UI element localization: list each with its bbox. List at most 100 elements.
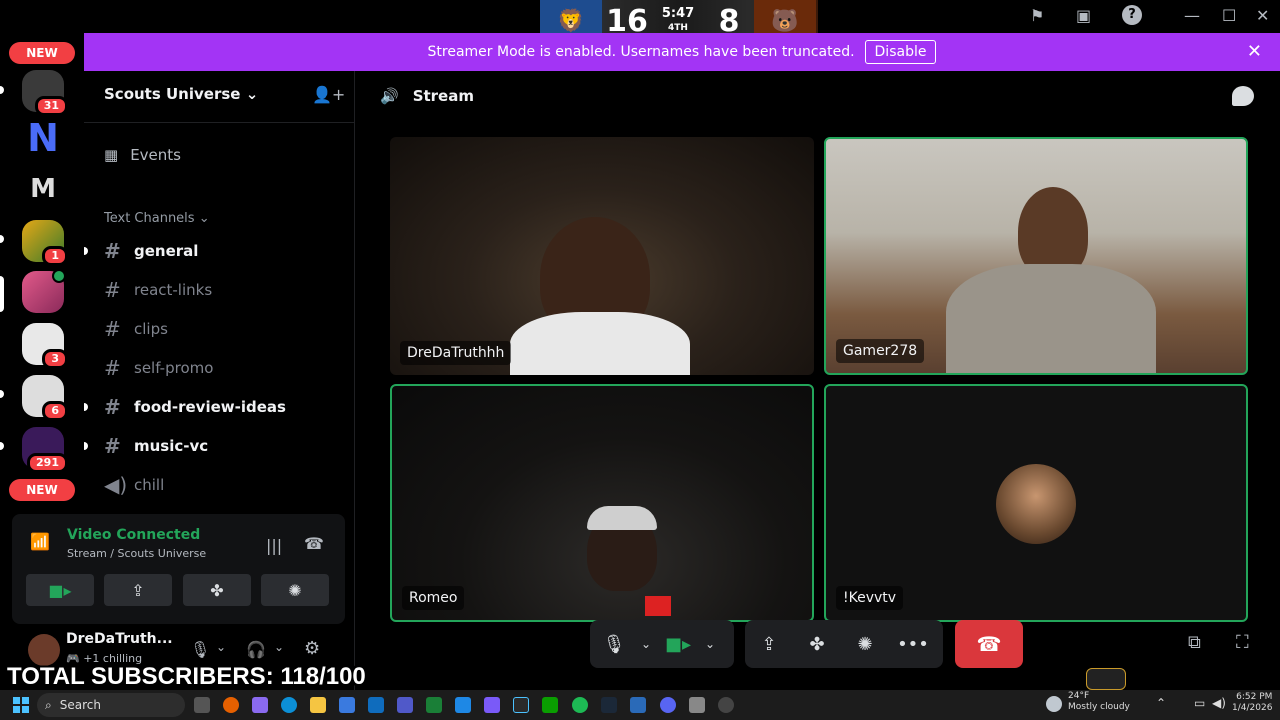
- spotify-icon[interactable]: [572, 697, 588, 713]
- server-icon[interactable]: 6: [22, 375, 68, 421]
- soundboard-button[interactable]: ✺: [261, 574, 329, 606]
- chevron-down-icon[interactable]: ⌄: [274, 640, 284, 654]
- task-view-icon[interactable]: [194, 697, 210, 713]
- app-icon[interactable]: [252, 697, 268, 713]
- unread-indicator: [84, 442, 88, 450]
- microphone-icon[interactable]: 🎙: [590, 634, 638, 655]
- inbox-icon[interactable]: ▣: [1076, 6, 1091, 25]
- guild-header[interactable]: Scouts Universe ⌄: [104, 85, 258, 103]
- date: 1/4/2026: [1232, 703, 1273, 713]
- unread-indicator: [84, 247, 88, 255]
- more-icon[interactable]: •••: [889, 634, 937, 655]
- chevron-down-icon[interactable]: ⌄: [216, 640, 226, 654]
- avatar[interactable]: [28, 634, 60, 666]
- windows-start-icon[interactable]: [13, 697, 29, 713]
- video-tile[interactable]: Gamer278: [824, 137, 1248, 375]
- server-icon[interactable]: 3: [22, 323, 68, 369]
- app-icon[interactable]: [718, 697, 734, 713]
- clock-time: 5:47: [661, 6, 695, 21]
- video-tile[interactable]: Romeo: [390, 384, 814, 622]
- video-tile[interactable]: !Kevvtv: [824, 384, 1248, 622]
- invite-user-icon[interactable]: 👤+: [312, 85, 345, 104]
- edge-icon[interactable]: [281, 697, 297, 713]
- new-badge[interactable]: NEW: [9, 479, 75, 501]
- video-tile[interactable]: DreDaTruthhh: [390, 137, 814, 375]
- taskbar-search[interactable]: ⌕ Search: [37, 693, 185, 717]
- stream-logo: [1086, 668, 1126, 690]
- channel-chill[interactable]: ◀) chill: [104, 473, 164, 497]
- channel-music-vc[interactable]: # music-vc: [104, 434, 208, 458]
- maximize-icon[interactable]: ☐: [1222, 6, 1236, 25]
- close-icon[interactable]: ✕: [1247, 41, 1262, 62]
- voice-location[interactable]: Stream / Scouts Universe: [67, 547, 206, 560]
- app-icon[interactable]: [542, 697, 558, 713]
- noise-suppression-icon[interactable]: |||: [266, 536, 282, 555]
- camera-icon[interactable]: ■▸: [654, 634, 702, 655]
- activities-button[interactable]: ✤: [183, 574, 251, 606]
- username[interactable]: DreDaTruth...: [66, 631, 173, 647]
- network-icon[interactable]: ▭: [1194, 696, 1205, 710]
- channel-title: Stream: [412, 87, 474, 105]
- chevron-down-icon[interactable]: ⌄: [702, 637, 718, 651]
- channel-react-links[interactable]: # react-links: [104, 278, 212, 302]
- unread-indicator: [0, 86, 4, 94]
- app-icon[interactable]: [630, 697, 646, 713]
- new-badge[interactable]: NEW: [9, 42, 75, 64]
- server-icon[interactable]: 31: [22, 70, 68, 116]
- gear-icon[interactable]: ⚙: [304, 638, 320, 659]
- pop-out-icon[interactable]: ⧉: [1188, 632, 1201, 653]
- volume-icon[interactable]: ◀): [1212, 696, 1226, 710]
- firefox-icon[interactable]: [223, 697, 239, 713]
- weather-widget[interactable]: 24°F Mostly cloudy: [1068, 691, 1130, 713]
- teams-icon[interactable]: [397, 697, 413, 713]
- disconnect-icon[interactable]: ☎: [304, 534, 324, 553]
- disable-button[interactable]: Disable: [864, 40, 937, 64]
- file-explorer-icon[interactable]: [310, 697, 326, 713]
- outlook-icon[interactable]: [368, 697, 384, 713]
- streamer-mode-banner: Streamer Mode is enabled. Usernames have…: [84, 33, 1280, 71]
- settings-icon[interactable]: [689, 697, 705, 713]
- app-icon[interactable]: [455, 697, 471, 713]
- channel-general[interactable]: # general: [104, 239, 198, 263]
- category-header[interactable]: Text Channels ⌄: [104, 211, 210, 226]
- help-icon[interactable]: ?: [1122, 5, 1142, 25]
- camera-button[interactable]: ■▸: [26, 574, 94, 606]
- activities-icon[interactable]: ✤: [793, 634, 841, 655]
- microphone-icon[interactable]: 🎙: [190, 640, 210, 659]
- steam-icon[interactable]: [601, 697, 617, 713]
- disconnect-button[interactable]: ☎: [955, 620, 1023, 668]
- server-icon[interactable]: 1: [22, 220, 68, 266]
- server-icon[interactable]: 291: [22, 427, 68, 473]
- banner-message: Streamer Mode is enabled. Usernames have…: [427, 44, 855, 60]
- server-avatar: N: [22, 116, 64, 160]
- chat-icon[interactable]: [1232, 86, 1254, 106]
- minimize-icon[interactable]: —: [1184, 6, 1200, 25]
- app-icon[interactable]: [426, 697, 442, 713]
- soundboard-icon[interactable]: ✺: [841, 634, 889, 655]
- channel-self-promo[interactable]: # self-promo: [104, 356, 213, 380]
- system-clock[interactable]: 6:52 PM 1/4/2026: [1232, 692, 1272, 714]
- server-icon[interactable]: [22, 269, 66, 313]
- voice-status[interactable]: Video Connected: [67, 527, 200, 543]
- screen-share-icon[interactable]: ⇪: [745, 634, 793, 655]
- flag-icon[interactable]: ⚑: [1030, 6, 1044, 25]
- chevron-down-icon[interactable]: ⌄: [638, 637, 654, 651]
- audio-video-controls: 🎙 ⌄ ■▸ ⌄: [590, 620, 734, 668]
- server-icon[interactable]: M: [22, 168, 64, 210]
- channel-food-review-ideas[interactable]: # food-review-ideas: [104, 395, 286, 419]
- server-icon[interactable]: N: [22, 116, 64, 160]
- close-window-icon[interactable]: ✕: [1256, 6, 1269, 25]
- screen-share-button[interactable]: ⇪: [104, 574, 172, 606]
- chevron-up-icon[interactable]: ⌃: [1156, 696, 1166, 710]
- app-icon[interactable]: [513, 697, 529, 713]
- mention-badge: 31: [34, 96, 68, 116]
- search-icon: ⌕: [45, 697, 52, 712]
- discord-icon[interactable]: [660, 697, 676, 713]
- fullscreen-icon[interactable]: ⛶: [1236, 632, 1249, 653]
- store-icon[interactable]: [339, 697, 355, 713]
- app-icon[interactable]: [484, 697, 500, 713]
- channel-clips[interactable]: # clips: [104, 317, 168, 341]
- voice-panel: 📶 Video Connected Stream / Scouts Univer…: [12, 514, 345, 624]
- headphones-icon[interactable]: 🎧: [246, 640, 266, 659]
- events-link[interactable]: ▦ Events: [104, 146, 181, 164]
